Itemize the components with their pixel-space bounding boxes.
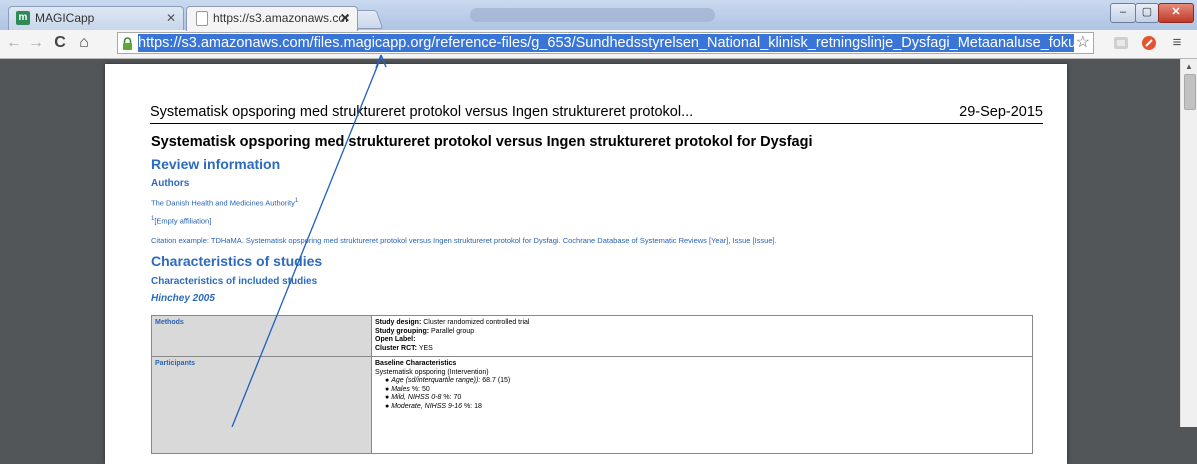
- study-characteristics-table: Methods Study design: Cluster randomized…: [151, 315, 1033, 454]
- author-name: The Danish Health and Medicines Authorit…: [151, 198, 295, 208]
- authors-heading: Authors: [151, 178, 190, 189]
- vertical-scrollbar[interactable]: ▲: [1180, 59, 1197, 427]
- participants-cell: Baseline Characteristics Systematisk ops…: [371, 356, 1033, 454]
- affiliation-line: 1[Empty affiliation]: [151, 216, 211, 226]
- scroll-up-icon[interactable]: ▲: [1185, 62, 1193, 71]
- minimize-button[interactable]: –: [1110, 3, 1136, 23]
- author-line: The Danish Health and Medicines Authorit…: [151, 198, 298, 208]
- browser-toolbar: ← → C ⌂ https://s3.amazonaws.com/files.m…: [0, 30, 1197, 59]
- url-text[interactable]: https://s3.amazonaws.com/files.magicapp.…: [138, 34, 1088, 52]
- document-title: Systematisk opsporing med struktureret p…: [151, 134, 813, 150]
- pdf-viewer: Systematisk opsporing med struktureret p…: [0, 59, 1180, 464]
- included-studies-heading: Characteristics of included studies: [151, 276, 318, 287]
- lock-icon: [123, 37, 132, 50]
- author-superscript: 1: [294, 198, 299, 204]
- address-bar[interactable]: https://s3.amazonaws.com/files.magicapp.…: [117, 32, 1094, 54]
- extension-flame-icon[interactable]: [1141, 35, 1157, 51]
- blurred-window-title: [470, 8, 715, 22]
- reload-icon[interactable]: C: [50, 33, 70, 53]
- close-icon[interactable]: ✕: [340, 7, 350, 29]
- pdf-page: Systematisk opsporing med struktureret p…: [105, 64, 1067, 464]
- review-info-heading: Review information: [151, 156, 281, 172]
- scroll-thumb[interactable]: [1184, 74, 1196, 110]
- tab-magicapp[interactable]: m MAGICapp ✕: [8, 6, 184, 30]
- running-header-title: Systematisk opsporing med struktureret p…: [150, 104, 694, 120]
- extension-icon[interactable]: [1113, 35, 1129, 51]
- browser-titlebar: m MAGICapp ✕ https://s3.amazonaws.cor ✕ …: [0, 0, 1197, 31]
- participants-label: Participants: [151, 356, 372, 454]
- home-icon[interactable]: ⌂: [74, 33, 94, 53]
- arrow-right-icon[interactable]: →: [26, 33, 46, 53]
- table-row: Participants Baseline Characteristics Sy…: [151, 356, 1033, 454]
- tab-label: https://s3.amazonaws.cor: [213, 11, 350, 25]
- page-favicon-icon: [196, 11, 208, 26]
- running-header: Systematisk opsporing med struktureret p…: [150, 104, 1043, 124]
- study-name: Hinchey 2005: [151, 293, 215, 304]
- menu-icon[interactable]: ≡: [1167, 33, 1187, 53]
- methods-cell: Study design: Cluster randomized control…: [371, 315, 1033, 357]
- tab-label: MAGICapp: [35, 11, 95, 25]
- arrow-left-icon[interactable]: ←: [4, 33, 24, 53]
- running-header-date: 29-Sep-2015: [959, 104, 1043, 120]
- tab-s3-amazonaws[interactable]: https://s3.amazonaws.cor ✕: [186, 6, 358, 31]
- window-close-button[interactable]: ✕: [1158, 3, 1194, 23]
- characteristics-heading: Characteristics of studies: [151, 253, 323, 269]
- table-row: Methods Study design: Cluster randomized…: [151, 315, 1033, 357]
- bookmark-star-icon[interactable]: ☆: [1073, 33, 1090, 53]
- magicapp-favicon-icon: m: [16, 11, 30, 25]
- methods-label: Methods: [151, 315, 372, 357]
- maximize-button[interactable]: ▢: [1135, 3, 1159, 23]
- citation-line: Citation example: TDHaMA. Systematisk op…: [151, 236, 777, 245]
- close-icon[interactable]: ✕: [166, 7, 176, 29]
- affiliation-text: [Empty affiliation]: [154, 216, 212, 226]
